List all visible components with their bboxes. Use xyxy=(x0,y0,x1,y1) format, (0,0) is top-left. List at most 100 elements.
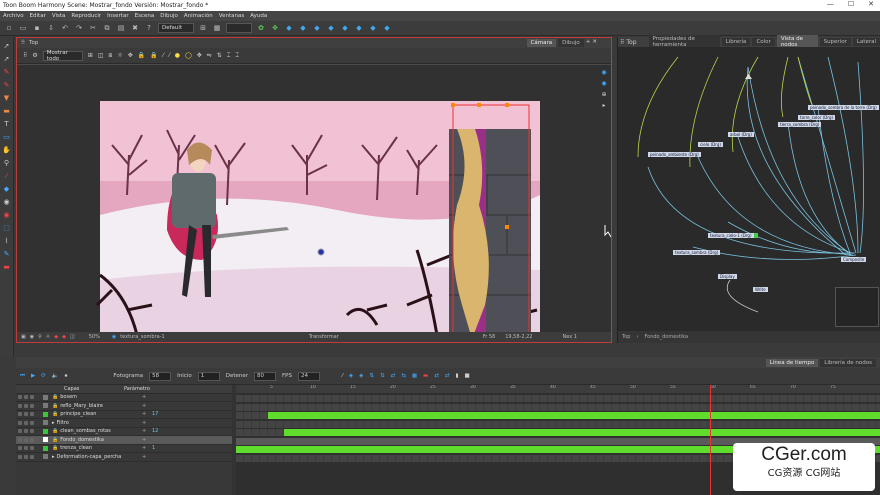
view-align-icon[interactable]: ⌶ xyxy=(227,52,231,60)
node-composite[interactable]: Composite xyxy=(841,257,867,262)
camera-viewport[interactable] xyxy=(17,65,611,334)
layout-icon[interactable]: ▦ xyxy=(212,23,222,33)
contour-tool-icon[interactable]: ➚ xyxy=(2,54,12,64)
deform-tool-icon[interactable]: ▬ xyxy=(2,262,12,272)
zoom-level[interactable]: 50% xyxy=(89,334,100,340)
color2-icon[interactable]: ◆ xyxy=(298,23,308,33)
ease-icon[interactable]: ◈ xyxy=(359,373,363,379)
stroke-tool-icon[interactable]: ◉ xyxy=(2,197,12,207)
node-peinado-ambiente[interactable]: peinado_ambiente (Drg) xyxy=(648,152,701,157)
eraser-tool-icon[interactable]: ▬ xyxy=(2,106,12,116)
play-icon[interactable]: ▶ xyxy=(31,373,35,379)
node-torre-color[interactable]: torre_color (Drg) xyxy=(798,115,836,120)
plant-icon[interactable]: ✿ xyxy=(256,23,266,33)
keyframe-add-icon[interactable]: ⇅ xyxy=(369,373,374,379)
onion-icon[interactable]: ⇆ xyxy=(401,373,406,379)
pivot-icon[interactable]: ✥ xyxy=(270,23,280,33)
add-param-icon[interactable]: + xyxy=(142,428,146,434)
tab-libreria[interactable]: Librería xyxy=(721,38,751,46)
lock-icon[interactable]: 🔒 xyxy=(52,445,58,451)
node-textura-sombra[interactable]: textura_sombra (Drg) xyxy=(673,250,721,255)
select-tool-icon[interactable]: ➚ xyxy=(2,41,12,51)
fps-input[interactable]: 24 xyxy=(297,371,320,381)
status-e-icon[interactable]: ◆ xyxy=(54,334,58,340)
view-egg-icon[interactable]: ◯ xyxy=(185,52,192,59)
view-flipv-icon[interactable]: ⇅ xyxy=(217,52,222,59)
view-3d-icon[interactable]: ⧈ xyxy=(109,52,113,60)
add-param-icon[interactable]: + xyxy=(142,394,146,400)
playhead[interactable] xyxy=(710,385,711,495)
layer-row-selected[interactable]: 🔒 Fondo_domestika + xyxy=(16,436,232,445)
brush-tool-icon[interactable]: ✎ xyxy=(2,67,12,77)
close-panel-icon[interactable]: ✕ xyxy=(592,39,597,47)
status-c-icon[interactable]: ⚲ xyxy=(38,334,42,340)
add-param-icon[interactable]: + xyxy=(142,445,146,451)
color5-icon[interactable]: ◆ xyxy=(340,23,350,33)
node-tierra-sombra[interactable]: tierra_sombra (Drg) xyxy=(778,122,822,127)
layer-row[interactable]: ▸ Deformation-capa_percha + xyxy=(16,453,232,462)
tab-color[interactable]: Color xyxy=(752,38,775,46)
workspace-select[interactable]: Default xyxy=(158,23,194,33)
layer-row[interactable]: 🔒 bosem + xyxy=(16,394,232,402)
lock-icon[interactable]: 🔒 xyxy=(52,411,58,417)
morph-tool-icon[interactable]: ✎ xyxy=(2,249,12,259)
tab-libreria-nodos[interactable]: Librería de nodos xyxy=(820,358,876,367)
tab-linea-tiempo[interactable]: Línea de tiempo xyxy=(765,358,819,367)
keyframe-del-icon[interactable]: ⇅ xyxy=(380,373,385,379)
add-tab-icon[interactable]: + xyxy=(586,39,591,47)
color3-icon[interactable]: ◆ xyxy=(312,23,322,33)
menu-insertar[interactable]: Insertar xyxy=(107,13,128,19)
color4-icon[interactable]: ◆ xyxy=(326,23,336,33)
breadcrumb-top[interactable]: Top xyxy=(622,334,630,340)
view-flip-icon[interactable]: ⇋ xyxy=(207,52,212,59)
tab-lateral[interactable]: Lateral xyxy=(852,38,880,46)
camera-eye-icon[interactable]: ◉ xyxy=(601,80,606,87)
transform-tool-icon[interactable]: ⬚ xyxy=(2,223,12,233)
node-peinado-torre[interactable]: peinado_sombra de la torre (Drg) xyxy=(808,105,879,110)
paint-tool-icon[interactable]: ▼ xyxy=(2,93,12,103)
view-pan-icon[interactable]: ✥ xyxy=(128,52,133,59)
menu-ayuda[interactable]: Ayuda xyxy=(250,13,267,19)
camera-grip-icon[interactable]: ⠿ xyxy=(21,40,25,46)
layer-row[interactable]: 🔒 clean_sombas_rotas +12 xyxy=(16,428,232,436)
exposure-bar[interactable] xyxy=(268,412,880,419)
view-move-icon[interactable]: ✥ xyxy=(197,52,202,59)
new-icon[interactable]: ▫ xyxy=(4,23,14,33)
view-lock2-icon[interactable]: 🔒 xyxy=(150,52,157,59)
exposure-bar[interactable] xyxy=(236,446,532,453)
inicio-input[interactable]: 1 xyxy=(197,371,220,381)
view-lock-icon[interactable]: 🔒 xyxy=(138,52,145,59)
menu-animacion[interactable]: Animación xyxy=(184,13,213,19)
grid-icon[interactable]: ⊞ xyxy=(198,23,208,33)
cut-icon[interactable]: ✂ xyxy=(88,23,98,33)
marker-icon[interactable]: ▮ xyxy=(455,373,458,379)
camera-pin-icon[interactable]: ⊕ xyxy=(601,91,606,98)
view-onion-icon[interactable]: ◫ xyxy=(98,52,104,59)
lock-icon[interactable]: 🔒 xyxy=(52,437,58,443)
expand-icon[interactable]: ▸ xyxy=(52,454,55,460)
camera-arrow-icon[interactable]: ▸ xyxy=(602,102,605,109)
layer-row[interactable]: 🔒 principe_clean +17 xyxy=(16,411,232,419)
help-icon[interactable]: ? xyxy=(144,23,154,33)
node-grip-icon[interactable]: ⠿ xyxy=(620,39,624,46)
node-textura-cielo[interactable]: textura_cielo-1 (Drg) xyxy=(708,233,758,238)
zoom-tool-icon[interactable]: ◉ xyxy=(2,210,12,220)
exposure-bar[interactable] xyxy=(284,429,880,436)
view-bulb-icon[interactable]: ● xyxy=(175,52,180,59)
undo-icon[interactable]: ↶ xyxy=(60,23,70,33)
status-a-icon[interactable]: ▣ xyxy=(21,334,26,340)
first-frame-icon[interactable]: ⏮ xyxy=(20,373,25,380)
view-light-icon[interactable]: ☼ xyxy=(117,52,122,59)
detener-input[interactable]: 80 xyxy=(254,371,276,381)
close-icon[interactable]: ✕ xyxy=(868,0,874,8)
expand-icon[interactable]: ▸ xyxy=(52,420,55,426)
cutter-tool-icon[interactable]: ⁄ xyxy=(2,171,12,181)
status-g-icon[interactable]: ◫ xyxy=(70,334,75,340)
loop-icon[interactable]: ⟳ xyxy=(41,373,46,379)
camera-grip2-icon[interactable]: ⠿ xyxy=(23,52,27,59)
color8-icon[interactable]: ◆ xyxy=(382,23,392,33)
menu-archivo[interactable]: Archivo xyxy=(3,13,24,19)
key-icon[interactable]: ⁄ xyxy=(342,373,343,379)
tab-superior[interactable]: Superior xyxy=(819,38,851,46)
view-grid-icon[interactable]: ⊞ xyxy=(88,52,93,59)
